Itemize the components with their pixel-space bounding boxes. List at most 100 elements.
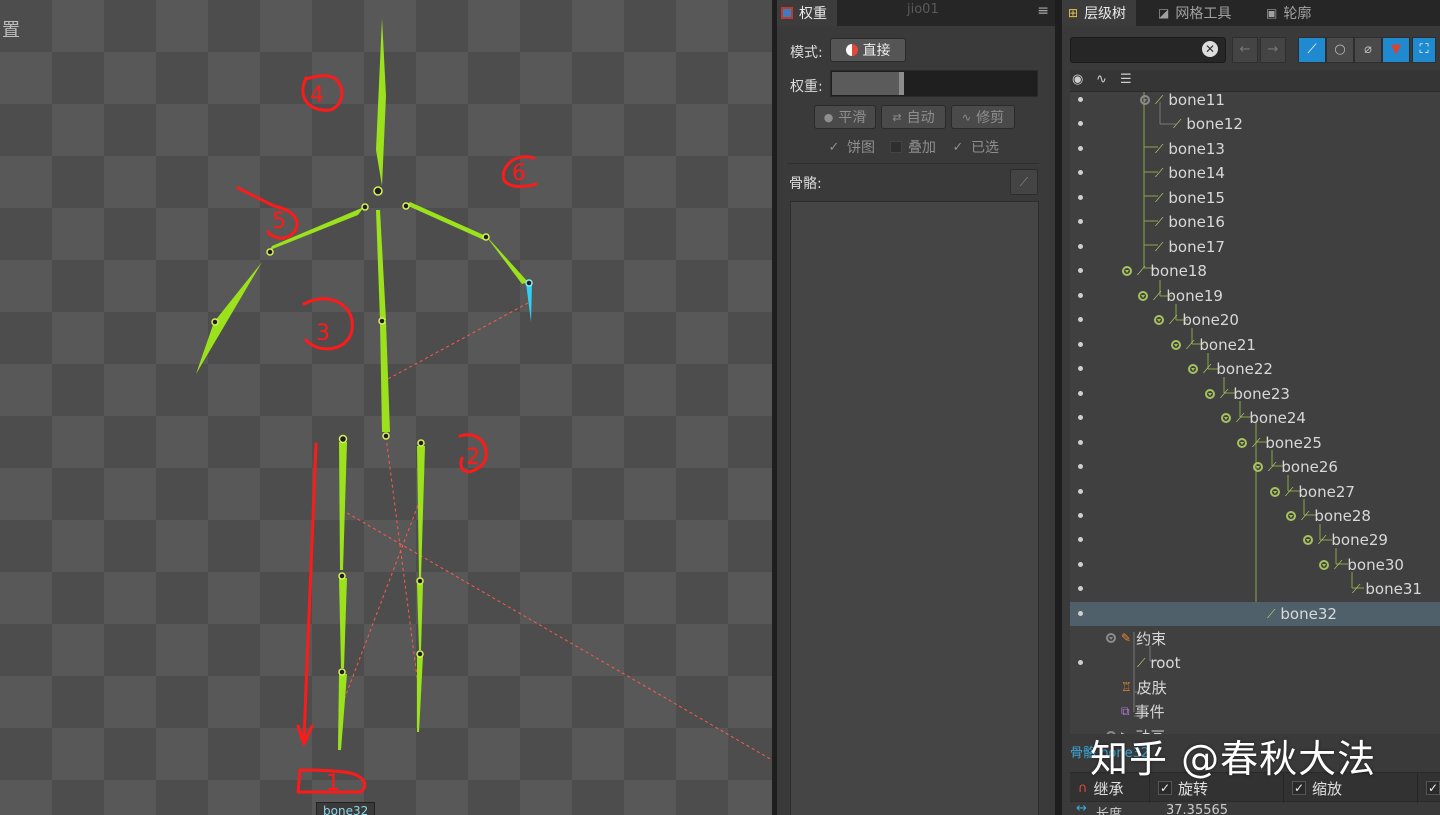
tree-node[interactable]: ⟋ bone28 bbox=[1286, 506, 1371, 526]
filter-slots-icon[interactable]: ○ bbox=[1326, 37, 1354, 63]
tree-row[interactable]: ⟋ bone16 bbox=[1070, 210, 1440, 234]
joints[interactable] bbox=[211, 186, 533, 676]
expand-toggle-icon[interactable] bbox=[1237, 438, 1247, 448]
tree-node[interactable]: ⟋ bone26 bbox=[1253, 457, 1338, 477]
tree-row[interactable]: ♖ 皮肤 bbox=[1070, 675, 1440, 699]
visibility-dot-icon[interactable] bbox=[1078, 366, 1083, 371]
tree-node[interactable]: ⟋ bone23 bbox=[1205, 384, 1290, 404]
smooth-button[interactable]: ● 平滑 bbox=[814, 105, 876, 129]
visibility-dot-icon[interactable] bbox=[1078, 97, 1083, 102]
expand-toggle-icon[interactable] bbox=[1253, 462, 1263, 472]
visibility-dot-icon[interactable] bbox=[1078, 317, 1083, 322]
tree-node[interactable]: ⟋ bone22 bbox=[1188, 359, 1273, 379]
filter-attachments-icon[interactable]: ⌀ bbox=[1354, 37, 1382, 63]
expand-toggle-icon[interactable] bbox=[1286, 511, 1296, 521]
tree-row[interactable]: ⟋ bone15 bbox=[1070, 186, 1440, 210]
splitter-right[interactable] bbox=[1055, 0, 1062, 815]
tree-node[interactable]: ⟋ bone27 bbox=[1270, 482, 1355, 502]
visibility-dot-icon[interactable] bbox=[1078, 537, 1083, 542]
visibility-dot-icon[interactable] bbox=[1078, 489, 1083, 494]
tree-row[interactable]: ✎ 约束 bbox=[1070, 626, 1440, 650]
tree-node[interactable]: ⟋ bone21 bbox=[1171, 335, 1256, 355]
tree-row[interactable]: ⟋ bone11 bbox=[1070, 92, 1440, 112]
tree-row[interactable]: ⟋ bone19 bbox=[1070, 284, 1440, 308]
tree-row[interactable]: ⟋ bone20 bbox=[1070, 308, 1440, 332]
tree-row[interactable]: ⟋ bone24 bbox=[1070, 406, 1440, 430]
tree-node[interactable]: ⟋ bone13 bbox=[1140, 139, 1225, 159]
tree-row[interactable]: ⟋ bone32 bbox=[1070, 602, 1440, 626]
tab-weights[interactable]: 权重 bbox=[777, 0, 837, 26]
tree-column-icon[interactable]: ☰ bbox=[1120, 72, 1132, 87]
tree-row[interactable]: ⟋ bone12 bbox=[1070, 112, 1440, 136]
visibility-dot-icon[interactable] bbox=[1078, 170, 1083, 175]
visibility-dot-icon[interactable] bbox=[1078, 268, 1083, 273]
tree-node[interactable]: ✎ 约束 bbox=[1106, 628, 1166, 648]
tree-node[interactable]: ⟋ bone17 bbox=[1140, 237, 1225, 257]
panel-menu-icon[interactable]: ≡ bbox=[1037, 3, 1049, 19]
tree-node[interactable]: ⟋ bone16 bbox=[1140, 212, 1225, 232]
selected-checkbox[interactable]: ✓ 已选 bbox=[951, 137, 999, 157]
prune-button[interactable]: ∿ 修剪 bbox=[951, 105, 1015, 129]
tree-row[interactable]: ⧉ 事件 bbox=[1070, 699, 1440, 723]
visibility-dot-icon[interactable] bbox=[1078, 244, 1083, 249]
expand-toggle-icon[interactable] bbox=[1140, 95, 1150, 105]
tree-row[interactable]: ⟋ bone23 bbox=[1070, 382, 1440, 406]
weight-slider[interactable] bbox=[830, 70, 1038, 97]
tree-row[interactable]: ⟋ bone27 bbox=[1070, 480, 1440, 504]
skeleton-canvas[interactable]: 4 5 6 3 2 1 bbox=[0, 0, 772, 815]
clear-search-icon[interactable]: ✕ bbox=[1202, 41, 1218, 57]
visibility-dot-icon[interactable] bbox=[1078, 562, 1083, 567]
visibility-dot-icon[interactable] bbox=[1078, 415, 1083, 420]
tree-node[interactable]: ⟋ bone11 bbox=[1140, 92, 1225, 110]
filter-bones-icon[interactable]: ⟋ bbox=[1298, 37, 1326, 63]
visibility-dot-icon[interactable] bbox=[1078, 121, 1083, 126]
tree-node[interactable]: ⟋ root bbox=[1122, 653, 1180, 673]
tree-node[interactable]: ⟋ bone32 bbox=[1252, 604, 1337, 624]
tree-row[interactable]: ⟋ bone29 bbox=[1070, 528, 1440, 552]
tree-node[interactable]: ⟋ bone15 bbox=[1140, 188, 1225, 208]
viewport[interactable]: 置 4 5 6 3 2 1 bone32 bbox=[0, 0, 772, 815]
expand-toggle-icon[interactable] bbox=[1205, 389, 1215, 399]
tab-mesh-tools[interactable]: ◪ 网格工具 bbox=[1158, 0, 1231, 26]
pie-checkbox[interactable]: ✓ 饼图 bbox=[827, 137, 875, 157]
visibility-dot-icon[interactable] bbox=[1078, 611, 1083, 616]
tree-node[interactable]: ⟋ bone18 bbox=[1122, 261, 1207, 281]
expand-toggle-icon[interactable] bbox=[1106, 633, 1116, 643]
visibility-dot-icon[interactable] bbox=[1078, 342, 1083, 347]
length-field[interactable]: ↔ 长度 37.35565 bbox=[1070, 801, 1440, 815]
visibility-dot-icon[interactable] bbox=[1078, 586, 1083, 591]
expand-toggle-icon[interactable] bbox=[1270, 487, 1280, 497]
visibility-dot-icon[interactable] bbox=[1078, 440, 1083, 445]
selected-bone[interactable] bbox=[526, 283, 532, 322]
tree-node[interactable]: ⟋ bone31 bbox=[1337, 579, 1422, 599]
expand-toggle-icon[interactable] bbox=[1319, 560, 1329, 570]
bones-pick-button[interactable]: ⟋ bbox=[1010, 169, 1038, 195]
filter-icon[interactable]: ▼ bbox=[1382, 37, 1410, 63]
visibility-eye-icon[interactable]: ◉ bbox=[1072, 72, 1083, 87]
expand-toggle-icon[interactable] bbox=[1188, 364, 1198, 374]
bone-column-icon[interactable]: ∿ bbox=[1096, 72, 1107, 87]
tree-node[interactable]: ⟋ bone30 bbox=[1319, 555, 1404, 575]
tree-node[interactable]: ⟋ bone24 bbox=[1221, 408, 1306, 428]
visibility-dot-icon[interactable] bbox=[1078, 146, 1083, 151]
tree-body[interactable]: ⟋ bone11 ⟋ bone12 ⟋ bone13 ⟋ bone14 ⟋ bone15 ⟋ bone… bbox=[1070, 92, 1440, 734]
tree-node[interactable]: ⟋ bone20 bbox=[1154, 310, 1239, 330]
weight-slider-thumb[interactable] bbox=[899, 72, 904, 95]
extra-checkbox[interactable]: ✓ bbox=[1418, 773, 1440, 803]
tree-node[interactable]: ⟋ bone12 bbox=[1158, 114, 1243, 134]
tree-node[interactable]: ⧉ 事件 bbox=[1106, 701, 1165, 721]
visibility-dot-icon[interactable] bbox=[1078, 195, 1083, 200]
length-value[interactable]: 37.35565 bbox=[1166, 803, 1228, 815]
visibility-dot-icon[interactable] bbox=[1078, 219, 1083, 224]
expand-toggle-icon[interactable] bbox=[1154, 315, 1164, 325]
tree-node[interactable]: ⟋ bone14 bbox=[1140, 163, 1225, 183]
tree-row[interactable]: ⟋ bone31 bbox=[1070, 577, 1440, 601]
prev-arrow-icon[interactable]: ← bbox=[1232, 37, 1258, 63]
tab-outline[interactable]: ▣ 轮廓 bbox=[1266, 0, 1311, 26]
visibility-dot-icon[interactable] bbox=[1078, 464, 1083, 469]
next-arrow-icon[interactable]: → bbox=[1260, 37, 1286, 63]
focus-icon[interactable]: ⛶ bbox=[1412, 37, 1436, 63]
tree-row[interactable]: ⟋ bone17 bbox=[1070, 235, 1440, 259]
expand-toggle-icon[interactable] bbox=[1221, 413, 1231, 423]
expand-toggle-icon[interactable] bbox=[1138, 291, 1148, 301]
